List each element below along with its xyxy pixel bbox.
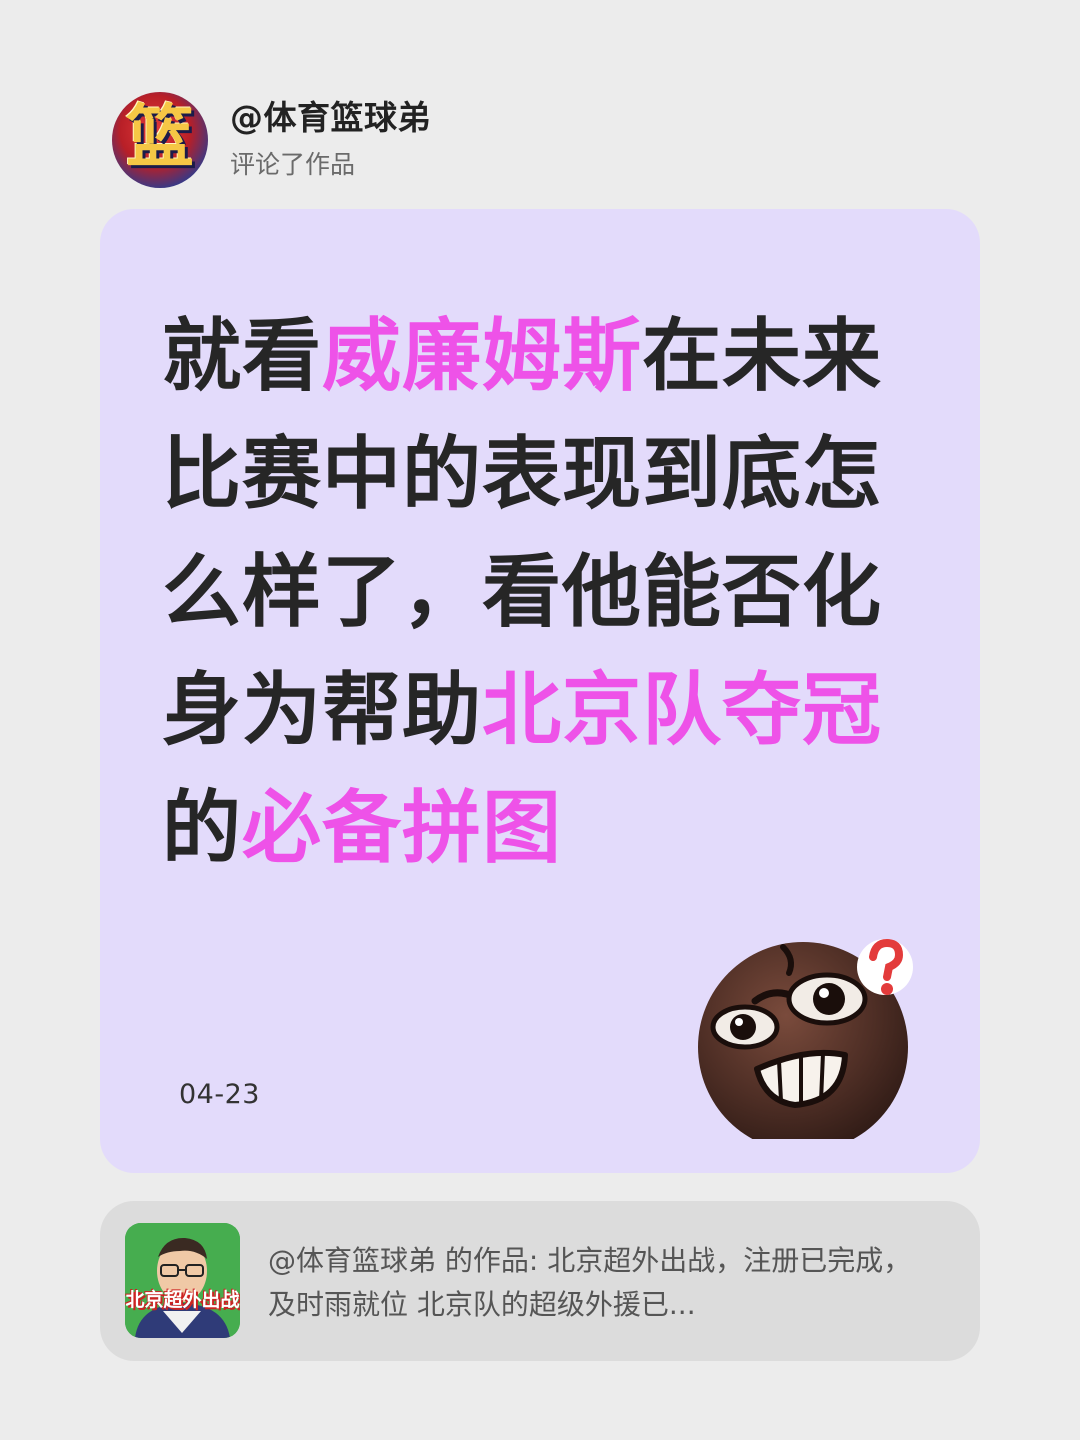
comment-date: 04-23 [179,1079,260,1110]
action-text: 评论了作品 [230,150,356,179]
comment-segment: 的 [162,782,242,874]
source-work-card[interactable]: 北京超外出战 @体育篮球弟 的作品: 北京超外出战，注册已完成，及时雨就位 北京… [100,1201,980,1361]
comment-segment: 就看 [162,310,322,402]
username[interactable]: @体育篮球弟 [230,98,431,138]
thumbnail-caption: 北京超外出战 [125,1289,240,1311]
comment-header: 篮 @体育篮球弟 评论了作品 [112,92,431,188]
comment-highlight: 北京队夺冠 [482,664,882,756]
source-thumbnail[interactable]: 北京超外出战 [125,1223,240,1338]
comment-highlight: 威廉姆斯 [322,310,642,402]
avatar-logo-icon: 篮 [125,98,195,178]
person-photo-icon [125,1223,240,1338]
comment-card: 就看威廉姆斯在未来比赛中的表现到底怎么样了，看他能否化身为帮助北京队夺冠的必备拼… [100,209,980,1173]
source-description[interactable]: @体育篮球弟 的作品: 北京超外出战，注册已完成，及时雨就位 北京队的超级外援已… [268,1239,928,1327]
user-info: @体育篮球弟 评论了作品 [230,98,431,182]
thinking-question-emoji-icon [698,938,913,1139]
comment-highlight: 必备拼图 [242,782,562,874]
user-avatar[interactable]: 篮 [112,92,208,188]
comment-text: 就看威廉姆斯在未来比赛中的表现到底怎么样了，看他能否化身为帮助北京队夺冠的必备拼… [162,297,922,887]
